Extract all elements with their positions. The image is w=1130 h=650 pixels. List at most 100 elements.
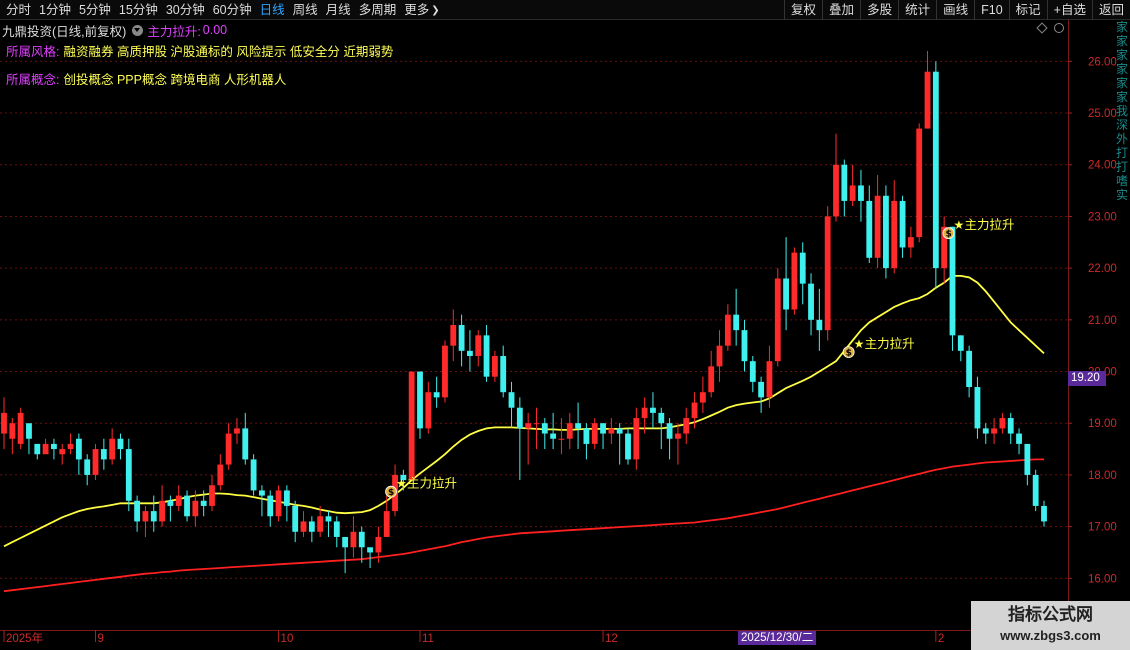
period-tab-4[interactable]: 30分钟 (162, 0, 209, 20)
x-tick-label: 2025年 (6, 631, 43, 645)
signal-star-icon: ★ (396, 477, 407, 491)
candle-body (716, 345, 723, 367)
candle-body (616, 428, 623, 434)
candle-body (483, 335, 490, 377)
period-tab-1[interactable]: 1分钟 (35, 0, 75, 20)
side-strip-char: 打 (1115, 146, 1128, 160)
toolbar-button-6[interactable]: 标记 (1008, 0, 1047, 20)
side-strip-char: 家 (1115, 34, 1128, 48)
toolbar-button-2[interactable]: 多股 (860, 0, 898, 20)
tool-buttons: 复权 叠加 多股 统计 画线 F10 标记 +自选 返回 (784, 0, 1130, 20)
candle-body (675, 433, 681, 439)
candle-body (558, 438, 565, 440)
candle-body (458, 325, 465, 351)
candle-body (425, 392, 432, 429)
candle-body (749, 361, 756, 382)
candle-body (666, 423, 673, 439)
indicator-value: 0.00 (202, 23, 228, 37)
candle-body (816, 319, 823, 331)
candle-body (891, 200, 898, 269)
candle-body (67, 443, 74, 450)
y-tick-label: 25.00 (1088, 108, 1117, 120)
side-strip-char: 嗜 (1115, 174, 1128, 188)
y-tick-label: 18.00 (1088, 470, 1117, 482)
x-tick-label: 12 (605, 633, 618, 645)
candle-body (325, 516, 332, 522)
y-tick-label: 23.00 (1088, 211, 1117, 223)
candle-body (824, 216, 831, 331)
side-strip-char: 家 (1115, 90, 1128, 104)
candle-body (109, 438, 116, 460)
indicator-name[interactable]: 主力拉升: (147, 21, 200, 40)
period-tab-8[interactable]: 月线 (322, 0, 355, 20)
more-chevron-icon[interactable]: ❯ (431, 5, 439, 16)
candle-body (225, 433, 232, 465)
toolbar-button-0[interactable]: 复权 (784, 0, 822, 20)
candle-body (217, 464, 224, 486)
candle-body (75, 438, 82, 460)
candle-body (758, 381, 765, 398)
candle-body (533, 423, 540, 425)
right-side-panel-strip[interactable]: 家家家家家家我深外打打嗜实 (1114, 20, 1130, 460)
candle-body (583, 428, 590, 444)
candle-body (59, 449, 66, 455)
watermark-title: 指标公式网 (1008, 605, 1093, 624)
candle-body (741, 330, 748, 362)
candle-body (167, 500, 174, 506)
toolbar-button-4[interactable]: 画线 (936, 0, 974, 20)
candle-body (175, 495, 182, 506)
side-strip-char: 外 (1115, 132, 1128, 146)
candle-body (34, 443, 41, 455)
period-tab-2[interactable]: 5分钟 (75, 0, 115, 20)
period-tab-3[interactable]: 15分钟 (115, 0, 162, 20)
candle-body (883, 195, 889, 269)
candle-body (234, 428, 240, 434)
period-tab-5[interactable]: 60分钟 (209, 0, 256, 20)
style-text: 融资融券 高质押股 沪股通标的 风险提示 低安全分 近期弱势 (63, 45, 394, 59)
period-tab-9[interactable]: 多周期 (355, 0, 401, 20)
y-tick-label: 24.00 (1088, 160, 1117, 172)
signal-label: 主力拉升 (407, 476, 457, 491)
side-strip-char: 实 (1115, 188, 1128, 202)
side-strip-char: 家 (1115, 76, 1128, 90)
x-tick-label: 9 (98, 633, 104, 645)
candle-body (26, 423, 32, 439)
kline-chart[interactable]: 16.00 17.00 18.00 19.00 2 0.00 21.00 22.00 23.00… (0, 0, 1130, 650)
candle-body (342, 536, 349, 548)
candle-body (691, 402, 698, 419)
candle-body (467, 350, 473, 357)
period-tab-7[interactable]: 周线 (289, 0, 322, 20)
period-tab-0[interactable]: 分时 (2, 0, 35, 20)
toolbar-button-7[interactable]: +自选 (1046, 0, 1092, 20)
toolbar-button-3[interactable]: 统计 (898, 0, 936, 20)
y-tick-label: 22.00 (1088, 263, 1117, 275)
candle-body (866, 200, 873, 258)
candle-body (600, 423, 606, 434)
circle-icon[interactable] (1054, 23, 1064, 33)
candle-body (491, 356, 498, 377)
indicator-settings-icon[interactable] (132, 24, 144, 36)
toolbar-button-8[interactable]: 返回 (1091, 0, 1130, 20)
candle-body (774, 278, 781, 362)
toolbar-button-5[interactable]: F10 (974, 0, 1009, 20)
candle-body (333, 521, 340, 537)
candle-body (541, 423, 548, 434)
candle-body (932, 71, 939, 269)
candle-body (974, 387, 981, 429)
candle-body (200, 500, 207, 506)
period-tab-6[interactable]: 日线 (256, 0, 289, 20)
y-tick-label: 21.00 (1088, 315, 1117, 327)
toolbar-button-1[interactable]: 叠加 (822, 0, 860, 20)
candle-body (841, 164, 848, 201)
stock-title[interactable]: 九鼎投资(日线,前复权) (2, 21, 126, 40)
candle-body (51, 443, 57, 450)
x-tick-label: 11 (422, 633, 434, 645)
signal-star-icon: ★ (953, 218, 964, 232)
candle-body (783, 278, 789, 310)
money-bag-symbol: $ (388, 488, 394, 498)
candle-body (417, 371, 423, 429)
candle-body (808, 283, 814, 320)
side-strip-char: 深 (1115, 118, 1128, 132)
candle-body (999, 418, 1006, 429)
period-tab-10[interactable]: 更多 (400, 0, 433, 20)
